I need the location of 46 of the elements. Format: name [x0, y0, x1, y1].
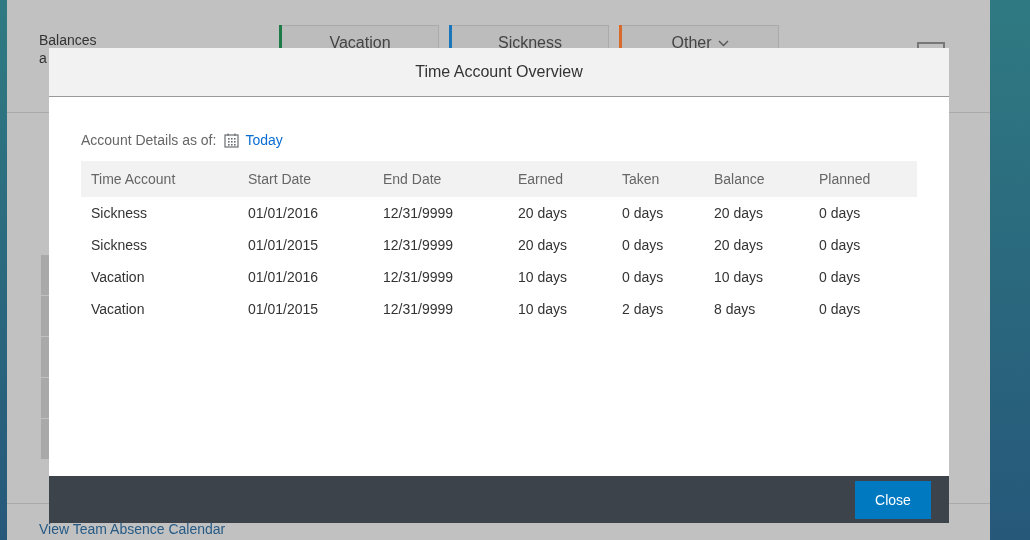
- table-cell-text: 12/31/9999: [382, 237, 455, 253]
- details-label: Account Details as of:: [81, 132, 217, 148]
- column-header: Time Account: [90, 171, 177, 187]
- balances-label: Balances: [39, 33, 97, 48]
- column-header: Balance: [713, 171, 766, 187]
- table-cell-text: 01/01/2015: [247, 301, 320, 317]
- table-cell-text: 10 days: [517, 269, 569, 285]
- table-cell-text: 0 days: [818, 237, 862, 253]
- table-cell-text: 0 days: [621, 205, 665, 221]
- table-cell-text: 20 days: [517, 237, 569, 253]
- team-calendar-link[interactable]: View Team Absence Calendar: [39, 521, 226, 537]
- table-cell-text: Sickness: [90, 205, 149, 221]
- tab-label: Sickness: [498, 33, 562, 52]
- caret-icon: [717, 40, 729, 47]
- close-button[interactable]: Close: [855, 480, 931, 519]
- table-cell-text: Vacation: [90, 301, 146, 317]
- column-header: Taken: [621, 171, 661, 187]
- column-header: Start Date: [247, 171, 313, 187]
- tab-label: Other: [671, 33, 712, 52]
- table-cell-text: 2 days: [621, 301, 665, 317]
- calendar-icon[interactable]: [224, 132, 240, 148]
- table-cell-text: 20 days: [713, 205, 765, 221]
- table-cell-text: 12/31/9999: [382, 269, 455, 285]
- table-cell-text: 01/01/2016: [247, 269, 320, 285]
- table-cell-text: 12/31/9999: [382, 301, 455, 317]
- table-cell-text: Sickness: [90, 237, 149, 253]
- date-link[interactable]: Today: [245, 132, 283, 148]
- table-cell-text: 0 days: [818, 301, 862, 317]
- column-header: Earned: [517, 171, 565, 187]
- table-cell-text: 0 days: [621, 269, 665, 285]
- table-cell-text: 01/01/2016: [247, 205, 320, 221]
- table-cell-text: 8 days: [713, 301, 757, 317]
- table-cell-text: 10 days: [517, 301, 569, 317]
- table-cell-text: 0 days: [818, 205, 862, 221]
- table-cell-text: 0 days: [621, 237, 665, 253]
- column-header: Planned: [818, 171, 872, 187]
- table-cell-text: 12/31/9999: [382, 205, 455, 221]
- as-label: a: [39, 51, 47, 66]
- table-cell-text: 20 days: [517, 205, 569, 221]
- table-cell-text: Vacation: [90, 269, 146, 285]
- tab-label: Vacation: [329, 33, 391, 52]
- table-cell-text: 01/01/2015: [247, 237, 320, 253]
- column-header: End Date: [382, 171, 443, 187]
- table-cell-text: 10 days: [713, 269, 765, 285]
- table-cell-text: 20 days: [713, 237, 765, 253]
- table-cell-text: 0 days: [818, 269, 862, 285]
